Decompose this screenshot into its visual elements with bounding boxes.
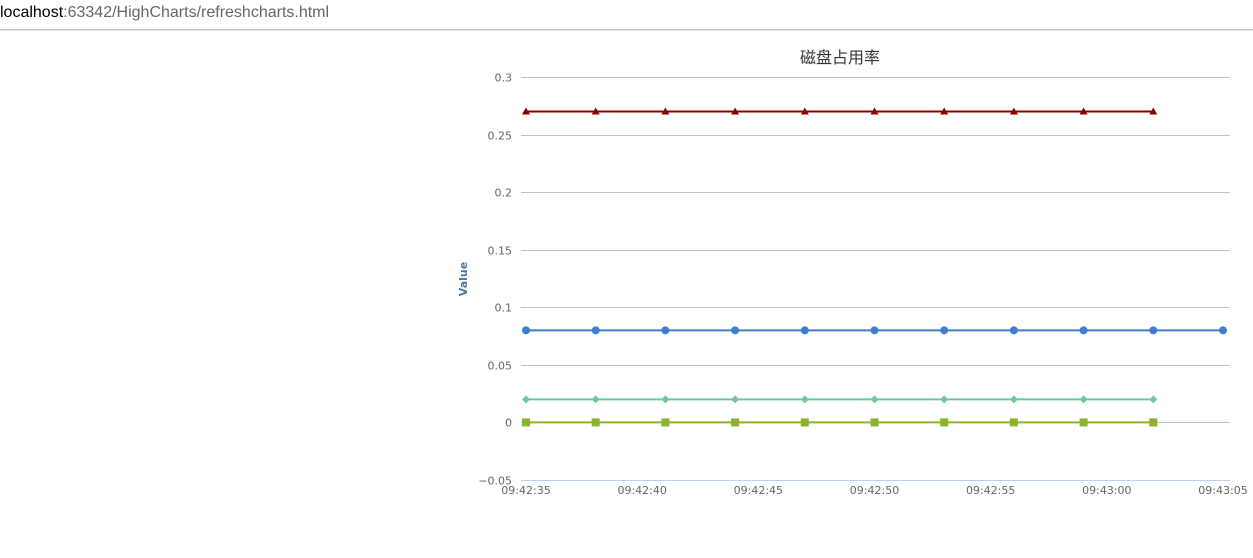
data-point-circle (661, 326, 670, 335)
y-tick-label: 0.15 (488, 245, 513, 258)
x-tick-label: 09:42:40 (617, 484, 666, 497)
data-point-square (661, 418, 670, 427)
data-point-square (1079, 418, 1088, 427)
data-point-circle (870, 326, 879, 335)
data-point-circle (800, 326, 809, 335)
data-point-circle (731, 326, 740, 335)
line-chart: 磁盘占用率 Value −0.0500.050.10.150.20.250.3 … (457, 48, 1248, 497)
x-tick-label: 09:43:00 (1082, 484, 1131, 497)
x-tick-label: 09:42:35 (501, 484, 550, 497)
y-tick-label: 0.25 (488, 130, 513, 143)
series-group (522, 107, 1227, 427)
data-point-diamond (731, 395, 740, 404)
data-point-square (591, 418, 600, 427)
data-point-square (1149, 418, 1158, 427)
data-point-circle (522, 326, 530, 335)
x-axis-labels: 09:42:35 09:42:40 09:42:45 09:42:50 09:42:55… (501, 484, 1247, 497)
data-point-square (870, 418, 879, 427)
data-point-diamond (800, 395, 809, 404)
data-point-diamond (1009, 395, 1018, 404)
y-tick-label: 0.1 (495, 302, 513, 315)
y-axis-title: Value (457, 262, 470, 296)
data-point-square (522, 418, 530, 427)
data-point-square (731, 418, 740, 427)
data-point-circle (1079, 326, 1088, 335)
y-tick-label: 0.2 (495, 187, 513, 200)
data-point-square (800, 418, 809, 427)
x-tick-label: 09:43:05 (1198, 484, 1247, 497)
data-point-circle (1149, 326, 1158, 335)
data-point-diamond (1079, 395, 1088, 404)
data-point-circle (1219, 326, 1227, 335)
data-point-diamond (522, 395, 530, 404)
data-point-diamond (661, 395, 670, 404)
y-tick-label: 0.05 (488, 360, 513, 373)
data-point-circle (940, 326, 949, 335)
y-axis-labels: −0.0500.050.10.150.20.250.3 (478, 72, 512, 488)
data-point-circle (591, 326, 600, 335)
data-point-diamond (870, 395, 879, 404)
data-point-square (940, 418, 949, 427)
data-point-square (1009, 418, 1018, 427)
x-tick-label: 09:42:55 (966, 484, 1015, 497)
y-tick-label: 0 (505, 417, 512, 430)
data-point-diamond (1149, 395, 1158, 404)
data-point-diamond (591, 395, 600, 404)
data-point-diamond (940, 395, 949, 404)
data-point-circle (1009, 326, 1018, 335)
chart-title: 磁盘占用率 (800, 48, 880, 67)
x-tick-label: 09:42:45 (734, 484, 783, 497)
y-tick-label: 0.3 (495, 72, 513, 85)
x-tick-label: 09:42:50 (850, 484, 899, 497)
